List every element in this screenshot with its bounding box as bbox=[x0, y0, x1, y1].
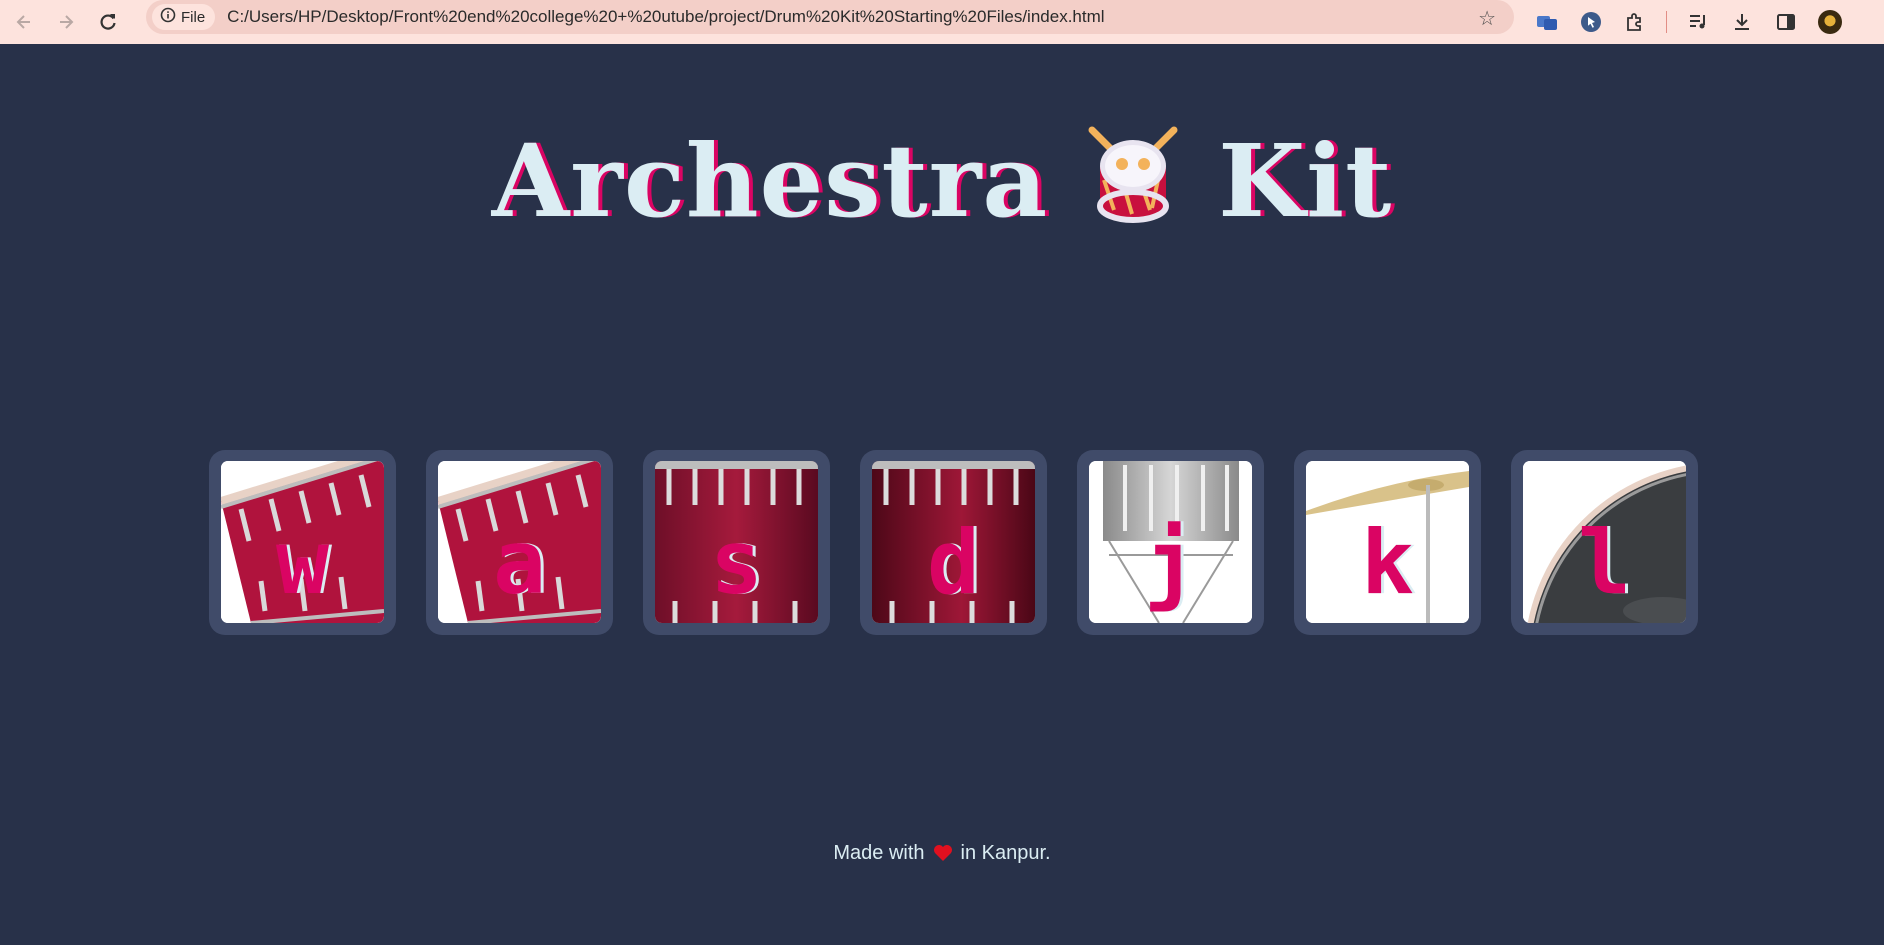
drum-button-a[interactable]: a bbox=[426, 450, 613, 635]
profile-avatar-icon[interactable] bbox=[1817, 9, 1843, 35]
media-controls-icon[interactable] bbox=[1685, 9, 1711, 35]
cymbal-image: k bbox=[1306, 461, 1469, 623]
back-icon[interactable] bbox=[10, 8, 38, 36]
drum-key-label: d bbox=[927, 511, 980, 614]
drum-button-s[interactable]: s bbox=[643, 450, 830, 635]
drum-key-label: k bbox=[1361, 511, 1414, 614]
drum-key-label: a bbox=[493, 511, 546, 614]
drum-button-l[interactable]: l bbox=[1511, 450, 1698, 635]
site-chip-label: File bbox=[181, 8, 206, 26]
footer-text-after: in Kanpur. bbox=[960, 842, 1051, 864]
footer: Made with in Kanpur. bbox=[0, 842, 1884, 868]
toolbar-divider bbox=[1666, 11, 1667, 33]
title-right: Kit bbox=[1218, 122, 1393, 240]
drum-button-w[interactable]: w bbox=[209, 450, 396, 635]
browser-toolbar: File C:/Users/HP/Desktop/Front%20end%20c… bbox=[0, 0, 1884, 44]
download-icon[interactable] bbox=[1729, 9, 1755, 35]
info-icon bbox=[160, 7, 176, 27]
tom-drum-image: a bbox=[438, 461, 601, 623]
drum-key-label: l bbox=[1578, 511, 1631, 614]
drum-button-k[interactable]: k bbox=[1294, 450, 1481, 635]
drum-emoji-icon bbox=[1078, 118, 1188, 228]
bass-drum-image: l bbox=[1523, 461, 1686, 623]
title-left: Archestra bbox=[491, 122, 1049, 240]
url-text[interactable]: C:/Users/HP/Desktop/Front%20end%20colleg… bbox=[227, 7, 1104, 27]
reload-icon[interactable] bbox=[94, 8, 122, 36]
drum-button-d[interactable]: d bbox=[860, 450, 1047, 635]
forward-icon[interactable] bbox=[52, 8, 80, 36]
snare-drum-image: j bbox=[1089, 461, 1252, 623]
page-title: Archestra Kit bbox=[0, 118, 1884, 240]
drum-button-j[interactable]: j bbox=[1077, 450, 1264, 635]
address-bar[interactable]: File C:/Users/HP/Desktop/Front%20end%20c… bbox=[146, 0, 1514, 34]
drum-key-label: j bbox=[1144, 511, 1197, 614]
site-info-chip[interactable]: File bbox=[152, 4, 216, 30]
kick-drum-image: d bbox=[872, 461, 1035, 623]
side-panel-icon[interactable] bbox=[1773, 9, 1799, 35]
bookmark-star-icon[interactable]: ☆ bbox=[1478, 6, 1496, 31]
footer-text-before: Made with bbox=[833, 842, 925, 864]
cursor-extension-icon[interactable] bbox=[1578, 9, 1604, 35]
drum-set: w a s d j k l bbox=[209, 450, 1701, 635]
translate-extension-icon[interactable] bbox=[1534, 9, 1560, 35]
drum-key-label: w bbox=[276, 511, 329, 614]
puzzle-extensions-icon[interactable] bbox=[1622, 9, 1648, 35]
tom-drum-image: w bbox=[221, 461, 384, 623]
heart-icon bbox=[933, 844, 953, 868]
extensions-area bbox=[1534, 5, 1843, 39]
crash-drum-image: s bbox=[655, 461, 818, 623]
drum-key-label: s bbox=[710, 511, 763, 614]
